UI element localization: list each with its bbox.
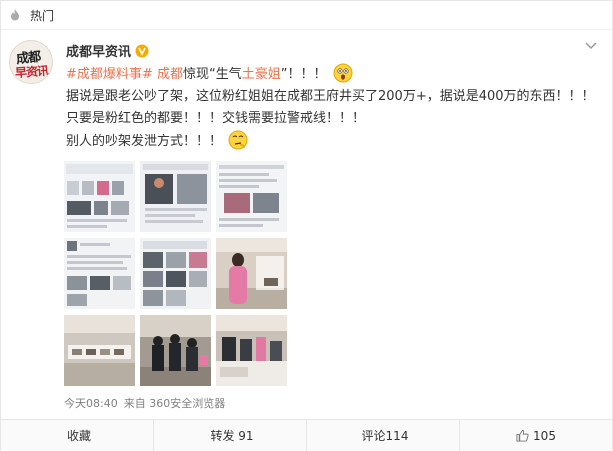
thumbnail-3[interactable]: [216, 161, 287, 232]
thumbnail-1[interactable]: [64, 161, 135, 232]
post-text-b: ”！！！: [280, 67, 327, 82]
like-count: 105: [533, 428, 556, 443]
thumbs-up-icon: [516, 429, 529, 442]
hot-header: 热门: [1, 1, 612, 30]
post-source: 来自 360安全浏览器: [123, 397, 226, 410]
thumbnail-7[interactable]: [64, 315, 135, 386]
repost-label: 转发 91: [210, 429, 254, 443]
post-line-2: 据说是跟老公吵了架，这位粉红姐姐在成都王府井买了200万+，据说是400万的东西…: [66, 89, 595, 126]
avatar-text-bottom: 早资讯: [14, 63, 49, 81]
post-content: #成都爆料事# 成都惊现“生气土豪姐”！！！ 据说是跟老公吵了架，这位粉红姐姐在…: [66, 63, 606, 153]
weibo-card: 热门 成都 早资讯 成都早资讯 #成都爆料事# 成都惊现“生气土豪姐”！！！ 据…: [0, 0, 613, 451]
thinking-emoji-icon: [228, 130, 248, 150]
author-name[interactable]: 成都早资讯: [66, 41, 131, 60]
image-placeholder-icon: [140, 315, 211, 386]
image-placeholder-icon: [216, 315, 287, 386]
post-text-line3: 别人的吵架发泄方式！！！: [66, 134, 223, 149]
highlight-link[interactable]: 土豪姐: [242, 67, 281, 82]
image-placeholder-icon: [64, 238, 135, 309]
post-meta: 今天08:40 来自 360安全浏览器: [64, 395, 225, 411]
thumbnail-2[interactable]: [140, 161, 211, 232]
post-line-3: 别人的吵架发泄方式！！！: [66, 130, 606, 153]
thumbnail-9[interactable]: [216, 315, 287, 386]
repost-button[interactable]: 转发 91: [154, 420, 307, 451]
image-placeholder-icon: [216, 238, 287, 309]
shocked-emoji-icon: [333, 63, 353, 83]
verified-badge-icon: [135, 44, 149, 57]
author-row: 成都早资讯: [66, 41, 149, 60]
image-grid: [64, 161, 289, 389]
avatar[interactable]: 成都 早资讯: [9, 40, 53, 84]
thumbnail-6[interactable]: [216, 238, 287, 309]
topic-link[interactable]: #成都爆料事#: [66, 67, 153, 82]
image-placeholder-icon: [140, 238, 211, 309]
post-text-a: 惊现“生气: [182, 67, 242, 82]
like-button[interactable]: 105: [460, 420, 612, 451]
post-line-1: #成都爆料事# 成都惊现“生气土豪姐”！！！: [66, 63, 606, 86]
hot-label: 热门: [30, 8, 55, 23]
comment-label: 评论114: [361, 429, 409, 443]
thumbnail-5[interactable]: [140, 238, 211, 309]
thumbnail-8[interactable]: [140, 315, 211, 386]
image-placeholder-icon: [64, 161, 135, 232]
comment-button[interactable]: 评论114: [307, 420, 460, 451]
favorite-button[interactable]: 收藏: [1, 420, 154, 451]
fire-icon: [11, 9, 19, 21]
post-time[interactable]: 今天08:40: [64, 395, 118, 411]
thumbnail-4[interactable]: [64, 238, 135, 309]
action-bar: 收藏 转发 91 评论114 105: [1, 419, 612, 451]
city-link[interactable]: 成都: [157, 67, 183, 82]
image-placeholder-icon: [64, 315, 135, 386]
chevron-down-icon[interactable]: [584, 41, 598, 51]
image-placeholder-icon: [140, 161, 211, 232]
image-placeholder-icon: [216, 161, 287, 232]
favorite-label: 收藏: [66, 429, 91, 443]
